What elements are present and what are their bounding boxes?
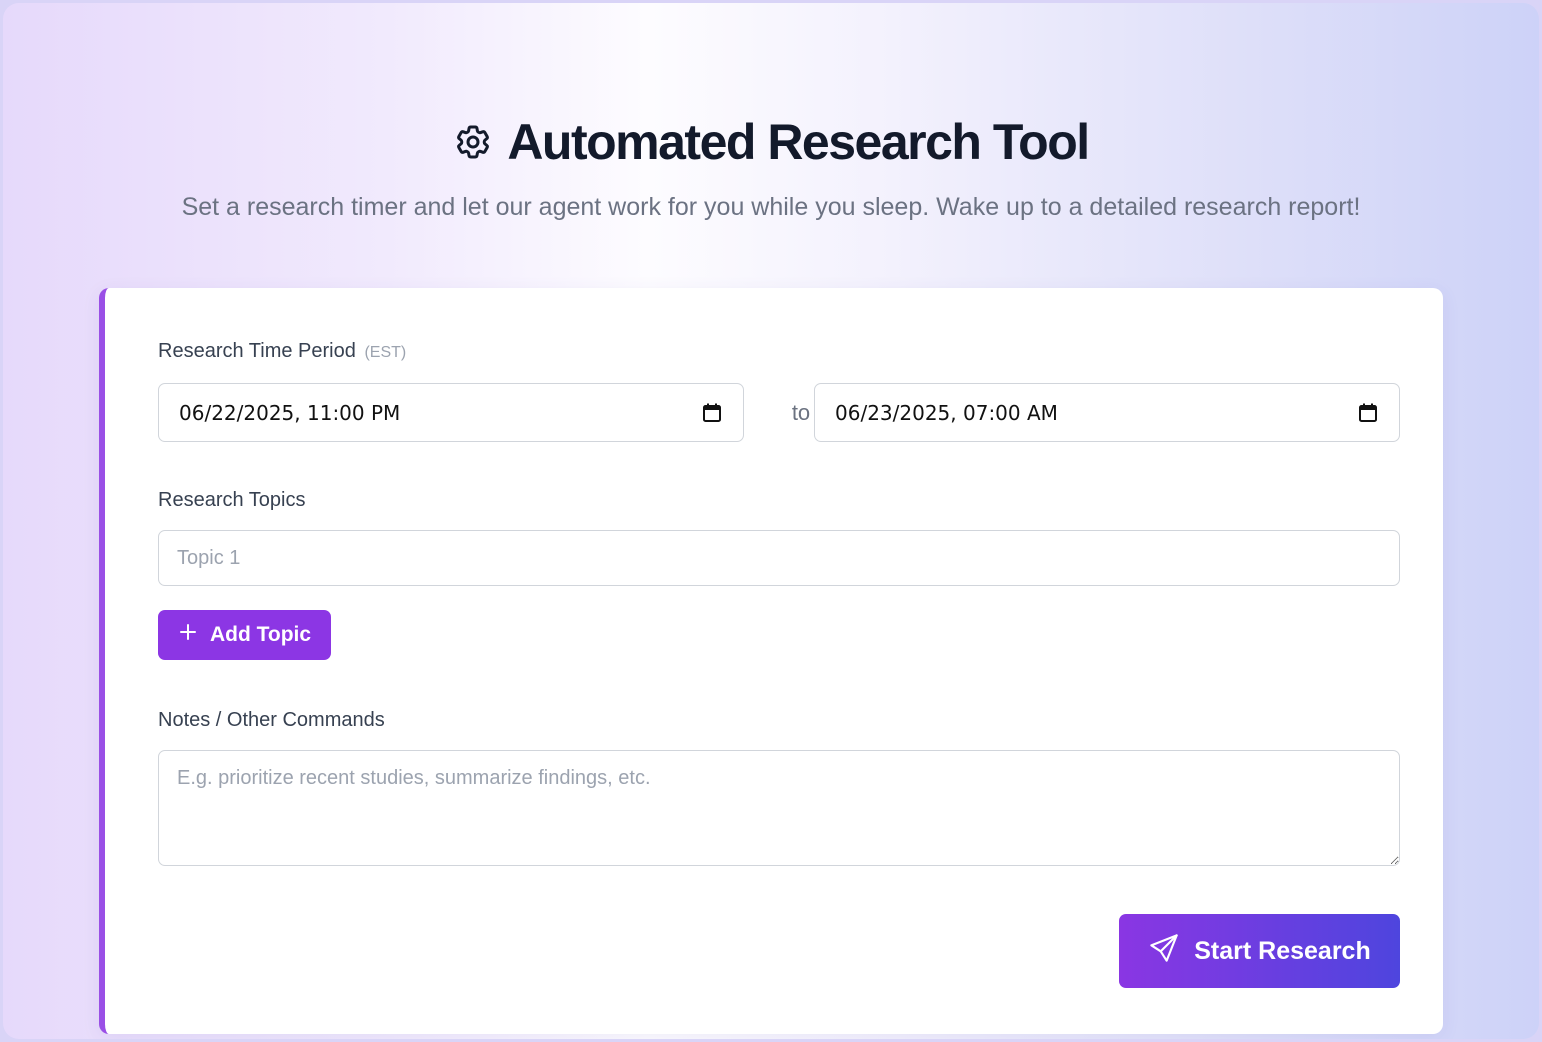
start-datetime-value: 06/22/2025, 11:00 PM [179, 400, 401, 425]
calendar-icon[interactable] [1357, 402, 1379, 424]
add-topic-label: Add Topic [209, 623, 312, 646]
plus-icon [178, 622, 198, 648]
notes-textarea[interactable] [158, 750, 1400, 866]
app-background: Automated Research Tool Set a research t… [3, 3, 1539, 1039]
page-header: Automated Research Tool [3, 113, 1539, 171]
topic-input[interactable] [158, 530, 1400, 586]
page-subtitle: Set a research timer and let our agent w… [181, 193, 1361, 221]
timezone-label: (EST) [364, 344, 407, 361]
start-research-button[interactable]: Start Research [1119, 914, 1400, 988]
notes-label: Notes / Other Commands [158, 709, 385, 731]
send-icon [1148, 932, 1180, 971]
end-datetime-input[interactable]: 06/23/2025, 07:00 AM [814, 383, 1400, 442]
start-research-label: Start Research [1194, 936, 1371, 965]
add-topic-button[interactable]: Add Topic [158, 610, 331, 660]
time-period-label: Research Time Period (EST) [158, 340, 406, 363]
start-datetime-input[interactable]: 06/22/2025, 11:00 PM [158, 383, 744, 442]
page-title: Automated Research Tool [507, 114, 1090, 170]
calendar-icon[interactable] [701, 402, 723, 424]
research-topics-label: Research Topics [158, 489, 306, 511]
end-datetime-value: 06/23/2025, 07:00 AM [835, 400, 1058, 425]
time-period-label-text: Research Time Period [158, 340, 356, 362]
gear-icon [453, 122, 493, 162]
research-form-card: Research Time Period (EST) 06/22/2025, 1… [99, 288, 1443, 1034]
